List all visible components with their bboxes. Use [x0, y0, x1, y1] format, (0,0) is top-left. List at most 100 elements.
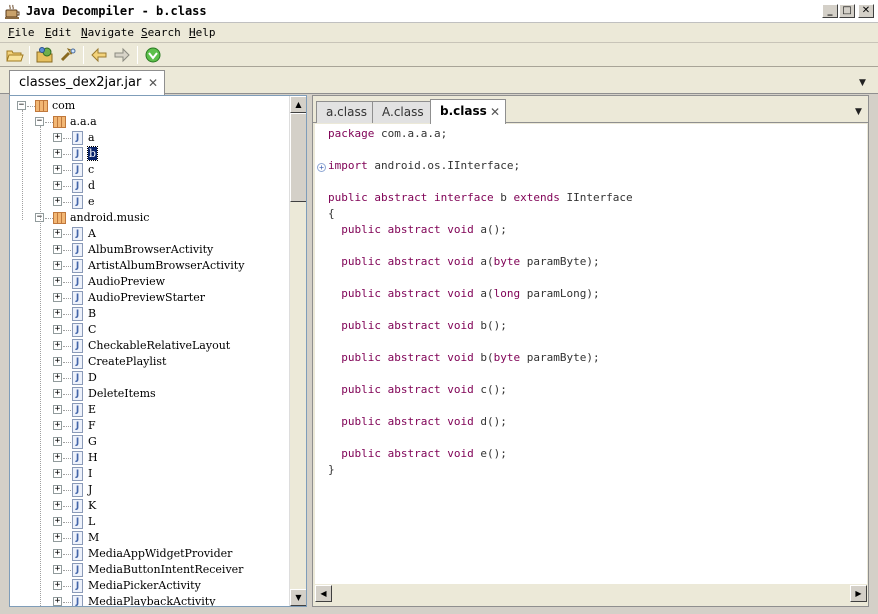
tree-class-node[interactable]: + J I — [10, 466, 290, 482]
java-class-icon: J — [72, 467, 83, 481]
tree-class-node[interactable]: + J C — [10, 322, 290, 338]
minimize-button[interactable]: _ — [822, 4, 838, 18]
about-icon[interactable] — [143, 46, 163, 64]
tree-class-node[interactable]: + J AlbumBrowserActivity — [10, 242, 290, 258]
expand-icon[interactable]: + — [53, 309, 62, 318]
editor-tab-list-dropdown-icon[interactable]: ▼ — [855, 107, 862, 117]
tree-class-node[interactable]: + Ja — [10, 130, 290, 146]
tree-class-node[interactable]: + J H — [10, 450, 290, 466]
expand-icon[interactable]: + — [53, 389, 62, 398]
tab-list-dropdown-icon[interactable]: ▼ — [859, 78, 866, 88]
scroll-right-button[interactable]: ▶ — [850, 585, 867, 602]
tree-class-node[interactable]: + J MediaPickerActivity — [10, 578, 290, 594]
scroll-thumb[interactable] — [290, 113, 306, 202]
expand-icon[interactable]: + — [53, 341, 62, 350]
scroll-left-button[interactable]: ◀ — [315, 585, 332, 602]
close-button[interactable]: ✕ — [858, 4, 874, 18]
close-tab-icon[interactable]: ✕ — [148, 76, 158, 90]
expand-icon[interactable]: + — [53, 229, 62, 238]
expand-icon[interactable]: + — [53, 421, 62, 430]
tree-class-node[interactable]: + J MediaButtonIntentReceiver — [10, 562, 290, 578]
tree-class-node[interactable]: + J A — [10, 226, 290, 242]
tree-class-node[interactable]: + J G — [10, 434, 290, 450]
expand-icon[interactable]: + — [53, 373, 62, 382]
forward-icon[interactable] — [112, 46, 132, 64]
tree-class-node[interactable]: + J AudioPreview — [10, 274, 290, 290]
tab-A-class[interactable]: A.class — [372, 101, 431, 123]
tree-class-node[interactable]: + J MediaPlaybackActivity — [10, 594, 290, 606]
tree-class-node[interactable]: + J L — [10, 514, 290, 530]
tree-class-node[interactable]: + J J — [10, 482, 290, 498]
expand-icon[interactable]: + — [53, 549, 62, 558]
expand-icon[interactable]: + — [53, 133, 62, 142]
tree-class-node[interactable]: + J CheckableRelativeLayout — [10, 338, 290, 354]
menu-edit[interactable]: Edit — [45, 26, 72, 39]
open-file-icon[interactable] — [5, 46, 25, 64]
expand-icon[interactable]: + — [53, 325, 62, 334]
tree-class-node[interactable]: + J CreatePlaylist — [10, 354, 290, 370]
tree-class-node[interactable]: + Jb — [10, 146, 290, 162]
expand-icon[interactable]: + — [53, 405, 62, 414]
menu-help[interactable]: Help — [189, 26, 216, 39]
expand-icon[interactable]: + — [53, 261, 62, 270]
tree-class-node[interactable]: + J B — [10, 306, 290, 322]
scroll-down-button[interactable]: ▼ — [290, 589, 306, 606]
expand-icon[interactable]: + — [53, 517, 62, 526]
expand-icon[interactable]: + — [53, 437, 62, 446]
tree-class-node[interactable]: + J ArtistAlbumBrowserActivity — [10, 258, 290, 274]
expand-icon[interactable]: + — [53, 181, 62, 190]
tab-a-class[interactable]: a.class — [316, 101, 373, 123]
tab-b-class[interactable]: b.class ✕ — [430, 99, 506, 124]
expand-icon[interactable]: + — [53, 533, 62, 542]
expand-icon[interactable]: + — [53, 245, 62, 254]
tree-connector — [63, 346, 71, 347]
tree-class-node[interactable]: + J MediaAppWidgetProvider — [10, 546, 290, 562]
tree-package-node[interactable]: − a.a.a — [10, 114, 290, 130]
expand-icon[interactable]: + — [53, 581, 62, 590]
back-icon[interactable] — [89, 46, 109, 64]
menu-navigate[interactable]: Navigate — [81, 26, 134, 39]
tree-package-node[interactable]: − android.music — [10, 210, 290, 226]
code-keyword: abstract — [387, 287, 441, 300]
tree-class-node[interactable]: + J DeleteItems — [10, 386, 290, 402]
expand-icon[interactable]: + — [53, 565, 62, 574]
expand-icon[interactable]: + — [53, 357, 62, 366]
code-horizontal-scrollbar[interactable]: ◀ ▶ — [315, 585, 867, 602]
tree-class-node[interactable]: + Jd — [10, 178, 290, 194]
expand-icon[interactable]: + — [53, 485, 62, 494]
tree-class-node[interactable]: + J F — [10, 418, 290, 434]
maximize-button[interactable]: □ — [839, 4, 855, 18]
expand-icon[interactable]: + — [53, 149, 62, 158]
expand-icon[interactable]: + — [53, 501, 62, 510]
expand-icon[interactable]: + — [53, 277, 62, 286]
tree-class-node[interactable]: + J K — [10, 498, 290, 514]
menu-search[interactable]: Search — [141, 26, 181, 39]
expand-icon[interactable]: + — [53, 293, 62, 302]
collapse-icon[interactable]: − — [35, 117, 44, 126]
source-code-view[interactable]: package com.a.a.a; import android.os.IInt… — [315, 124, 867, 584]
collapse-icon[interactable]: − — [17, 101, 26, 110]
menu-file[interactable]: File — [8, 26, 35, 39]
tree-connector — [63, 394, 71, 395]
close-tab-icon[interactable]: ✕ — [490, 105, 500, 119]
tab-classes-dex2jar[interactable]: classes_dex2jar.jar ✕ — [9, 70, 165, 95]
tree-class-node[interactable]: + Je — [10, 194, 290, 210]
expand-icon[interactable]: + — [53, 453, 62, 462]
expand-icon[interactable]: + — [53, 469, 62, 478]
expand-icon[interactable]: + — [53, 165, 62, 174]
tree-class-node[interactable]: + J D — [10, 370, 290, 386]
code-text: d(); — [473, 415, 507, 428]
search-icon[interactable] — [58, 46, 78, 64]
open-type-icon[interactable] — [35, 46, 55, 64]
tree-class-node[interactable]: + Jc — [10, 162, 290, 178]
tree-vertical-scrollbar[interactable]: ▲ ▼ — [289, 96, 306, 606]
tree-package-node[interactable]: − com — [10, 98, 290, 114]
tree-class-node[interactable]: + J M — [10, 530, 290, 546]
tree-class-node[interactable]: + J E — [10, 402, 290, 418]
tree-class-node[interactable]: + J AudioPreviewStarter — [10, 290, 290, 306]
expand-icon[interactable]: + — [53, 597, 62, 606]
scroll-up-button[interactable]: ▲ — [290, 96, 306, 113]
expand-icon[interactable]: + — [53, 197, 62, 206]
fold-expand-icon[interactable]: + — [317, 163, 326, 172]
